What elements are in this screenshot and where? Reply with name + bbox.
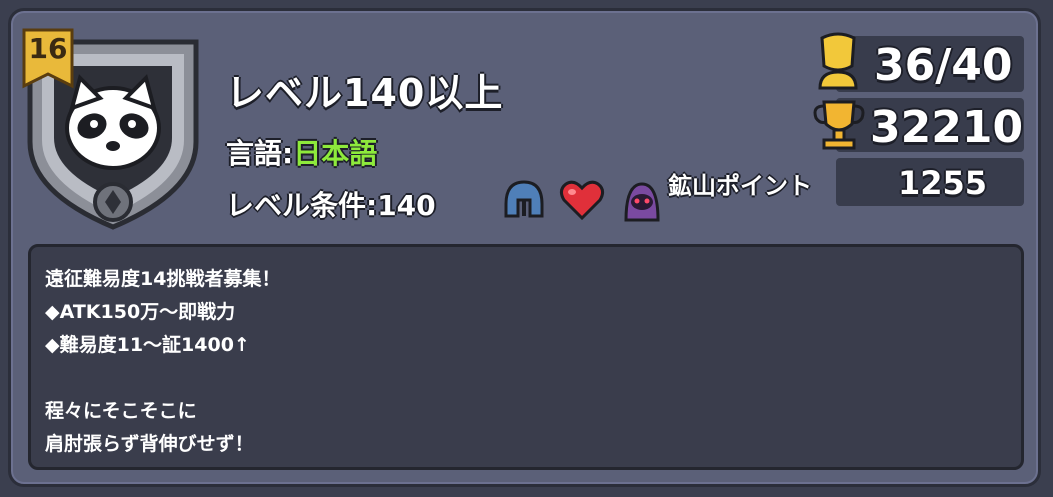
level-number: 16: [28, 32, 68, 65]
language-value: 日本語: [293, 137, 378, 170]
message-line: ◆ATK150万〜即戦力: [45, 301, 236, 323]
member-count: 36/40: [874, 40, 1013, 91]
level-badge: 16: [22, 28, 74, 90]
guild-description: 遠征難易度14挑戦者募集！ ◆ATK150万〜即戦力 ◆難易度11〜証1400↑…: [28, 244, 1024, 470]
trophy-count: 32210: [870, 102, 1024, 153]
message-line: ◆難易度11〜証1400↑: [45, 334, 250, 356]
language-label: 言語:: [226, 137, 294, 170]
member-bust-icon: [818, 32, 858, 90]
heart-icon: [559, 180, 605, 221]
mine-points-label: 鉱山ポイント: [668, 172, 812, 200]
message-line: 肩肘張らず背伸びせず！: [45, 433, 254, 455]
message-line: [45, 362, 1007, 395]
helmet-icon: [504, 180, 544, 218]
guild-title: レベル140以上: [226, 71, 504, 115]
message-line: 遠征難易度14挑戦者募集！: [45, 268, 281, 290]
ghost-icon: [624, 182, 660, 222]
mine-points-value: 1255: [898, 164, 988, 202]
message-line: 程々にそこそこに: [45, 400, 197, 422]
language-info: 言語:日本語: [226, 132, 377, 172]
level-condition: レベル条件:140: [226, 189, 436, 222]
trophy-icon: [813, 100, 865, 150]
